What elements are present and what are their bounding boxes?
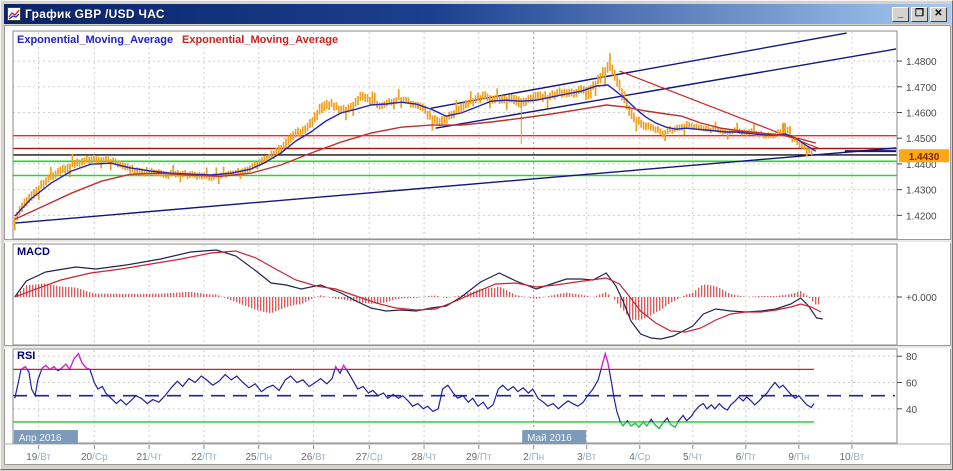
- rsi-line: [14, 351, 815, 430]
- close-button[interactable]: ✕: [930, 6, 947, 22]
- ema-fast-label: Exponential_Moving_Average: [17, 34, 174, 46]
- rsi-line-oversold: [619, 421, 679, 430]
- chart-canvas[interactable]: 1.48001.47001.46001.45001.44001.43001.42…: [1, 1, 953, 471]
- macd-zero-label: +0.000: [906, 293, 937, 304]
- time-axis-label: 3/Вт: [577, 452, 597, 463]
- macd-panel-border: [12, 243, 898, 346]
- macd-indicator-label: MACD: [17, 246, 50, 258]
- rsi-indicator-label: RSI: [17, 350, 36, 362]
- price-axis-label: 1.4800: [906, 57, 937, 68]
- maximize-button[interactable]: ❐: [911, 6, 928, 22]
- app-window: 1.4800 1.4700 1.4600 1.4500 1.4400 1.4300 1.42…: [0, 0, 953, 470]
- ema-slow-label: Exponential_Moving_Average: [182, 34, 339, 46]
- price-axis-label: 1.4200: [906, 211, 937, 222]
- window-title: График GBP /USD ЧАС: [25, 7, 165, 21]
- month-badge-label: Май 2016: [527, 433, 572, 444]
- time-axis-label: 22/Пт: [191, 452, 217, 463]
- time-axis-label: 21/Чт: [137, 452, 163, 463]
- trendline: [431, 32, 847, 109]
- rsi-axis-label: 80: [906, 352, 918, 363]
- time-axis-label: 10/Вт: [840, 452, 865, 463]
- rsi-axis-label: 60: [906, 379, 918, 390]
- time-axis-label: 26/Вт: [301, 452, 326, 463]
- time-axis-label: 28/Чт: [411, 452, 437, 463]
- rsi-line-overbought: [20, 351, 610, 370]
- price-axis-label: 1.4300: [906, 186, 937, 197]
- time-axis-label: 27/Ср: [356, 452, 383, 463]
- time-axis-label: 4/Ср: [629, 452, 651, 463]
- price-axis-label: 1.4600: [906, 109, 937, 120]
- month-badge-label: Апр 2016: [19, 433, 62, 444]
- time-axis-label: 5/Чт: [683, 452, 703, 463]
- title-bar[interactable]: График GBP /USD ЧАС _ ❐ ✕: [4, 4, 951, 24]
- time-axis-label: 29/Пт: [466, 452, 492, 463]
- minimize-button[interactable]: _: [892, 6, 909, 22]
- time-axis-label: 19/Вт: [26, 452, 51, 463]
- time-axis-label: 20/Ср: [81, 452, 108, 463]
- time-axis-label: 9/Пн: [788, 452, 809, 463]
- time-axis-label: 6/Пт: [736, 452, 757, 463]
- rsi-axis-label: 40: [906, 405, 918, 416]
- price-axis-label: 1.4500: [906, 134, 937, 145]
- time-axis-label: 25/Пн: [245, 452, 272, 463]
- chart-icon: [7, 7, 21, 21]
- trendline: [14, 147, 897, 224]
- time-axis-label: 2/Пн: [523, 452, 544, 463]
- current-price-tag-label: 1.4430: [909, 152, 940, 163]
- price-axis-label: 1.4700: [906, 83, 937, 94]
